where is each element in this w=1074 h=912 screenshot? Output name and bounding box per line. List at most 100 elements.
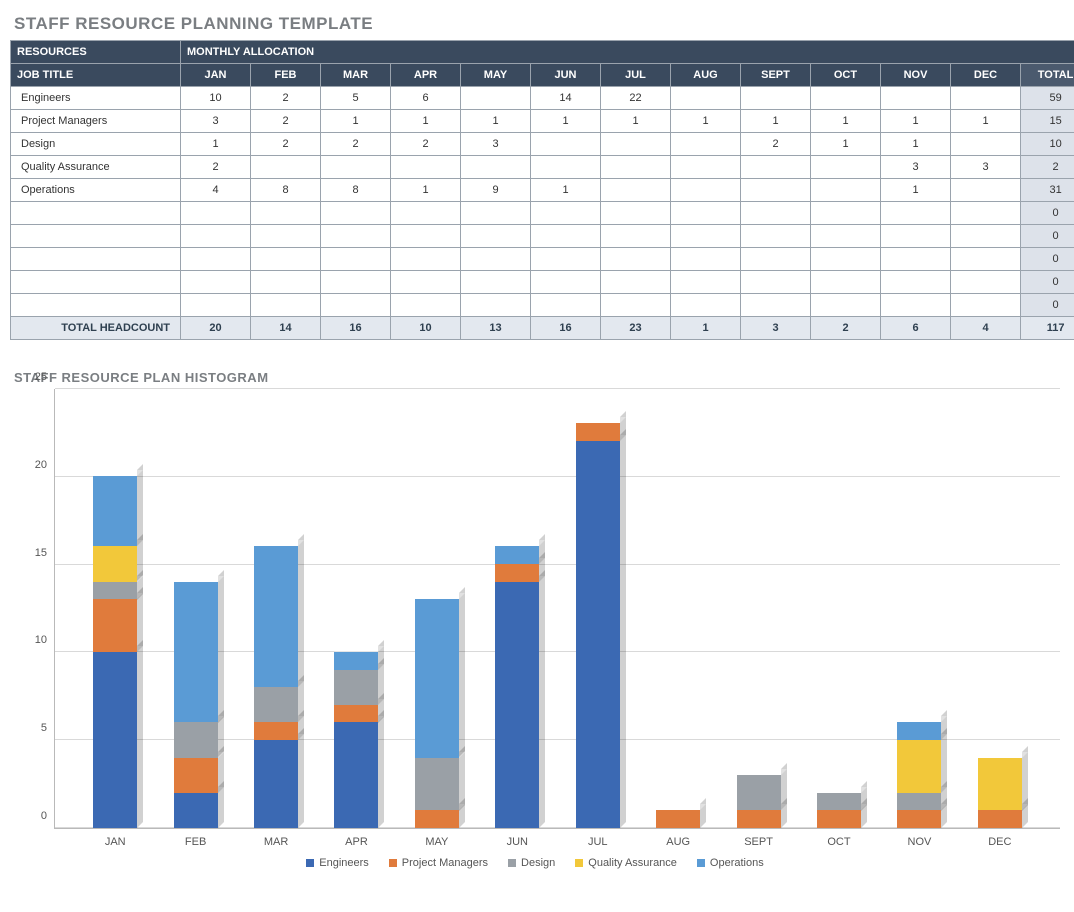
bar-segment — [978, 810, 1022, 828]
hdr-monthly-allocation: MONTHLY ALLOCATION — [181, 41, 1074, 64]
table-row: 0 — [11, 225, 1074, 248]
value-cell — [741, 225, 811, 248]
job-title-cell: Project Managers — [11, 110, 181, 133]
chart-title: STAFF RESOURCE PLAN HISTOGRAM — [14, 370, 1064, 385]
value-cell: 1 — [811, 110, 881, 133]
value-cell — [741, 156, 811, 179]
bar-stack — [254, 546, 298, 828]
value-cell — [181, 202, 251, 225]
x-axis-label: JUL — [588, 836, 608, 848]
bar-segment — [254, 546, 298, 687]
table-body: Engineers10256142259Project Managers3211… — [11, 87, 1074, 317]
legend-swatch — [697, 859, 705, 867]
bar-segment — [576, 441, 620, 828]
x-axis-label: DEC — [988, 836, 1011, 848]
table-row: 0 — [11, 271, 1074, 294]
bar-segment — [93, 476, 137, 546]
value-cell — [461, 156, 531, 179]
hdr-month: AUG — [671, 64, 741, 87]
bar-segment — [174, 793, 218, 828]
value-cell — [811, 225, 881, 248]
value-cell: 10 — [181, 87, 251, 110]
bar-segment — [415, 810, 459, 828]
chart-container: 0510152025JANFEBMARAPRMAYJUNJULAUGSEPTOC… — [10, 389, 1060, 869]
value-cell — [391, 225, 461, 248]
value-cell — [881, 248, 951, 271]
x-axis-label: SEPT — [744, 836, 773, 848]
table-row: Design1222321110 — [11, 133, 1074, 156]
bar-slot: APR — [316, 389, 396, 828]
y-axis-label: 20 — [19, 459, 47, 471]
job-title-cell — [11, 225, 181, 248]
value-cell — [671, 248, 741, 271]
bar-stack — [897, 722, 941, 828]
bar-segment — [897, 810, 941, 828]
table-row: Engineers10256142259 — [11, 87, 1074, 110]
footer-value-cell: 16 — [321, 317, 391, 340]
bar-slot: NOV — [879, 389, 959, 828]
value-cell: 1 — [461, 110, 531, 133]
bar-segment — [174, 722, 218, 757]
bars-row: JANFEBMARAPRMAYJUNJULAUGSEPTOCTNOVDEC — [55, 389, 1060, 828]
value-cell — [601, 133, 671, 156]
value-cell — [881, 87, 951, 110]
value-cell — [391, 202, 461, 225]
job-title-cell — [11, 271, 181, 294]
x-axis-label: JUN — [507, 836, 528, 848]
chart-legend: EngineersProject ManagersDesignQuality A… — [10, 857, 1060, 869]
value-cell — [601, 248, 671, 271]
bar-segment — [93, 582, 137, 600]
x-axis-label: NOV — [908, 836, 932, 848]
value-cell: 3 — [181, 110, 251, 133]
value-cell — [951, 179, 1021, 202]
value-cell — [741, 179, 811, 202]
value-cell — [741, 202, 811, 225]
value-cell — [531, 225, 601, 248]
value-cell — [531, 294, 601, 317]
hdr-month: MAR — [321, 64, 391, 87]
legend-swatch — [508, 859, 516, 867]
value-cell — [671, 179, 741, 202]
row-total-cell: 0 — [1021, 202, 1074, 225]
job-title-cell — [11, 248, 181, 271]
footer-value-cell: 2 — [811, 317, 881, 340]
table-footer-row: TOTAL HEADCOUNT 2014161013162313264117 — [11, 317, 1074, 340]
job-title-cell: Quality Assurance — [11, 156, 181, 179]
bar-stack — [334, 652, 378, 828]
value-cell — [391, 271, 461, 294]
bar-stack — [415, 599, 459, 828]
table-row: 0 — [11, 248, 1074, 271]
value-cell — [741, 248, 811, 271]
hdr-month: SEPT — [741, 64, 811, 87]
footer-value-cell: 20 — [181, 317, 251, 340]
hdr-total: TOTAL — [1021, 64, 1074, 87]
value-cell — [461, 225, 531, 248]
legend-swatch — [389, 859, 397, 867]
value-cell — [671, 225, 741, 248]
hdr-month: FEB — [251, 64, 321, 87]
table-row: Project Managers32111111111115 — [11, 110, 1074, 133]
bar-segment — [897, 740, 941, 793]
bar-slot: JUL — [558, 389, 638, 828]
bar-segment — [656, 810, 700, 828]
value-cell — [321, 294, 391, 317]
value-cell — [811, 156, 881, 179]
bar-stack — [576, 423, 620, 828]
x-axis-label: JAN — [105, 836, 126, 848]
bar-segment — [737, 775, 781, 810]
footer-value-cell: 4 — [951, 317, 1021, 340]
value-cell — [811, 294, 881, 317]
legend-item: Quality Assurance — [575, 857, 677, 869]
value-cell — [741, 294, 811, 317]
value-cell — [811, 202, 881, 225]
value-cell — [531, 156, 601, 179]
value-cell — [811, 87, 881, 110]
table-header: RESOURCES MONTHLY ALLOCATION JOB TITLE J… — [11, 41, 1074, 87]
value-cell: 1 — [391, 179, 461, 202]
bar-slot: MAR — [236, 389, 316, 828]
bar-slot: DEC — [960, 389, 1040, 828]
bar-slot: SEPT — [718, 389, 798, 828]
job-title-cell: Engineers — [11, 87, 181, 110]
value-cell — [881, 271, 951, 294]
value-cell — [251, 156, 321, 179]
